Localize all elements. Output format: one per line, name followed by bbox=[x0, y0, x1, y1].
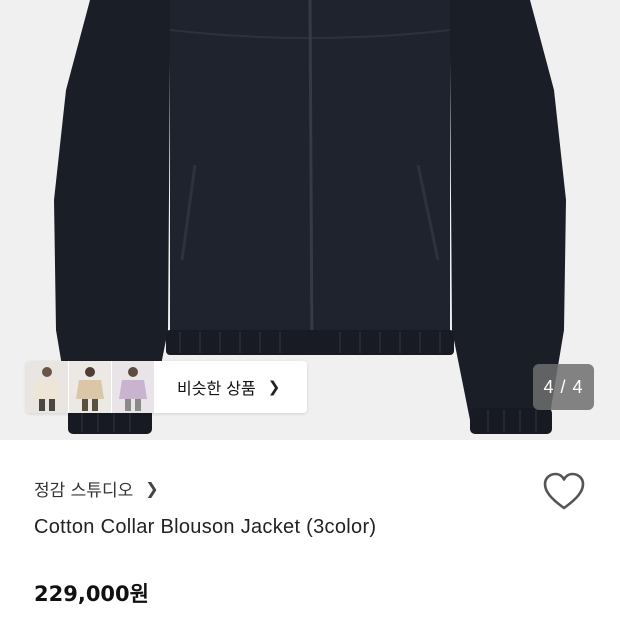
product-price: 229,000원 bbox=[34, 582, 149, 606]
thumbnail-beige[interactable] bbox=[69, 361, 112, 413]
product-image-carousel[interactable]: 비슷한 상품 ❯ 4 / 4 bbox=[0, 0, 620, 440]
chevron-right-icon: ❯ bbox=[267, 378, 281, 396]
similar-products-label: 비슷한 상품 bbox=[177, 379, 256, 398]
brand-link[interactable]: 정감 스튜디오 ❯ bbox=[34, 476, 159, 501]
product-info: 정감 스튜디오 ❯ Cotton Collar Blouson Jacket (… bbox=[0, 440, 620, 620]
similar-thumbnails bbox=[26, 361, 155, 413]
product-title: Cotton Collar Blouson Jacket (3color) bbox=[34, 516, 377, 538]
similar-products-button[interactable]: 비슷한 상품 ❯ bbox=[155, 361, 307, 413]
wishlist-button[interactable] bbox=[540, 470, 588, 514]
brand-name: 정감 스튜디오 bbox=[34, 481, 134, 501]
similar-products-bar[interactable]: 비슷한 상품 ❯ bbox=[26, 361, 307, 413]
heart-outline-icon bbox=[543, 472, 585, 510]
chevron-right-icon: ❯ bbox=[145, 479, 159, 498]
thumbnail-lilac[interactable] bbox=[112, 361, 155, 413]
image-counter: 4 / 4 bbox=[533, 364, 594, 410]
thumbnail-cream[interactable] bbox=[26, 361, 69, 413]
